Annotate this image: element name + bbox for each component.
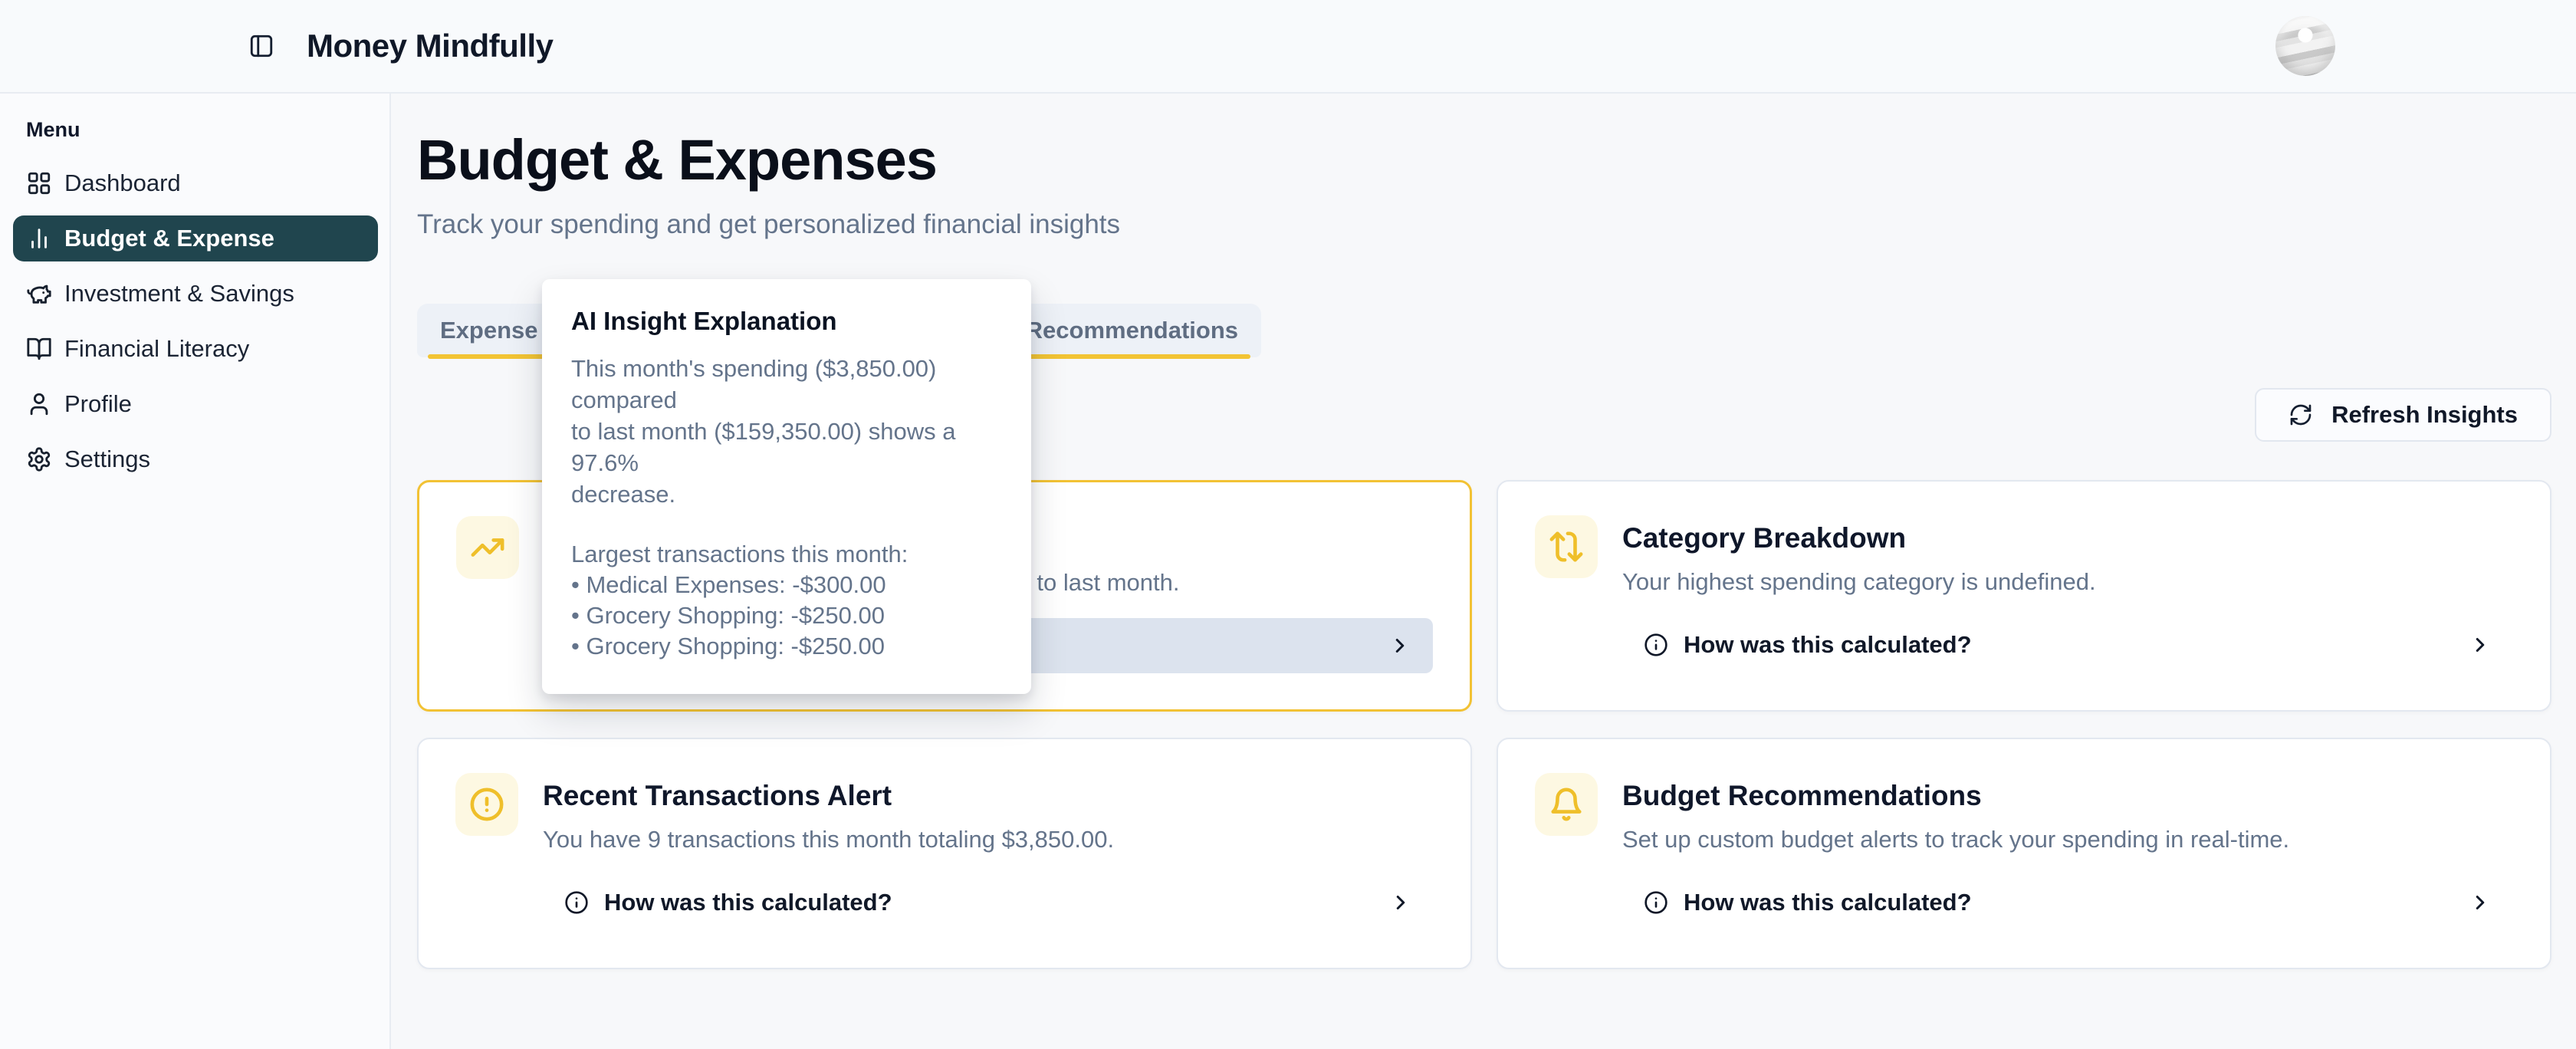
gear-icon: [26, 446, 52, 472]
bell-icon: [1535, 773, 1598, 836]
card-title: Recent Transactions Alert: [543, 779, 1434, 813]
page-subtitle: Track your spending and get personalized…: [417, 209, 2551, 240]
card-title: Category Breakdown: [1622, 521, 2513, 555]
sidebar-item-investment-savings[interactable]: Investment & Savings: [13, 271, 378, 317]
tooltip-details-text: Largest transactions this month: • Medic…: [571, 539, 1002, 662]
info-icon: [564, 890, 589, 915]
tooltip-intro-text: This month's spending ($3,850.00) compar…: [571, 353, 1002, 510]
how-calculated-label: How was this calculated?: [1684, 631, 2453, 659]
sidebar-item-label: Investment & Savings: [64, 280, 294, 307]
sidebar-item-label: Dashboard: [64, 169, 181, 197]
info-icon: [1644, 633, 1668, 657]
piggy-bank-icon: [26, 281, 52, 307]
profile-avatar[interactable]: [2275, 16, 2335, 76]
sidebar-item-label: Budget & Expense: [64, 225, 274, 252]
app-header: Money Mindfully: [0, 0, 2576, 94]
card-category-breakdown: Category Breakdown Your highest spending…: [1497, 480, 2551, 712]
sidebar-item-settings[interactable]: Settings: [13, 436, 378, 482]
how-calculated-row[interactable]: How was this calculated?: [1622, 875, 2513, 930]
card-message: You have 9 transactions this month total…: [543, 825, 1434, 855]
info-icon: [1644, 890, 1668, 915]
refresh-insights-label: Refresh Insights: [2331, 401, 2518, 429]
sidebar-item-label: Profile: [64, 390, 132, 418]
alert-circle-icon: [455, 773, 518, 836]
page-title: Budget & Expenses: [417, 127, 2551, 192]
how-calculated-label: How was this calculated?: [604, 889, 1374, 916]
chevron-right-icon: [1389, 891, 1412, 914]
tooltip-title: AI Insight Explanation: [571, 307, 1002, 336]
card-recent-transactions-alert: Recent Transactions Alert You have 9 tra…: [417, 738, 1472, 969]
chevron-right-icon: [1388, 634, 1411, 657]
sidebar-item-label: Financial Literacy: [64, 335, 249, 363]
sidebar-toggle-button[interactable]: [248, 33, 274, 59]
how-calculated-row[interactable]: How was this calculated?: [543, 875, 1434, 930]
sidebar-item-dashboard[interactable]: Dashboard: [13, 160, 378, 206]
ai-insight-tooltip: AI Insight Explanation This month's spen…: [542, 279, 1031, 694]
open-book-icon: [26, 336, 52, 362]
card-message: Your highest spending category is undefi…: [1622, 567, 2513, 597]
sidebar: Menu Dashboard Budget & Expense Investme…: [0, 94, 391, 1049]
refresh-insights-button[interactable]: Refresh Insights: [2255, 388, 2551, 442]
main-content: Budget & Expenses Track your spending an…: [391, 94, 2576, 1049]
card-title: Budget Recommendations: [1622, 779, 2513, 813]
how-calculated-label: How was this calculated?: [1684, 889, 2453, 916]
card-budget-recommendations: Budget Recommendations Set up custom bud…: [1497, 738, 2551, 969]
bar-chart-icon: [26, 225, 52, 252]
trending-up-icon: [456, 516, 519, 579]
chevron-right-icon: [2469, 633, 2492, 656]
card-message: Set up custom budget alerts to track you…: [1622, 825, 2513, 855]
sidebar-menu-label: Menu: [26, 118, 389, 142]
sidebar-item-label: Settings: [64, 446, 150, 473]
sidebar-item-profile[interactable]: Profile: [13, 381, 378, 427]
dashboard-grid-icon: [26, 170, 52, 196]
how-calculated-row[interactable]: How was this calculated?: [1622, 617, 2513, 672]
repeat-arrows-icon: [1535, 515, 1598, 578]
chevron-right-icon: [2469, 891, 2492, 914]
sidebar-item-budget-expense[interactable]: Budget & Expense: [13, 215, 378, 261]
sidebar-item-financial-literacy[interactable]: Financial Literacy: [13, 326, 378, 372]
user-icon: [26, 391, 52, 417]
panel-left-icon: [248, 33, 274, 59]
refresh-icon: [2288, 403, 2313, 427]
app-title: Money Mindfully: [307, 28, 554, 64]
